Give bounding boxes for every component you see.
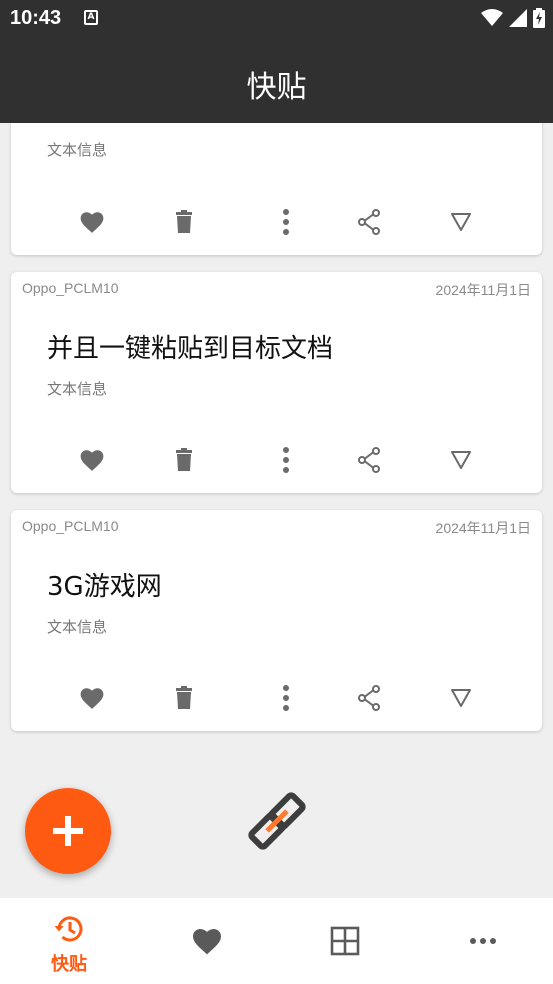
signal-icon (509, 9, 527, 27)
clip-list[interactable]: 文本信息 Oppo_PCLM10 2024年11月1日 并且一键粘贴到目标文档 … (0, 123, 553, 898)
page-title: 快贴 (246, 70, 307, 105)
favorite-button[interactable] (75, 443, 109, 477)
trash-icon (176, 210, 192, 233)
device-name: Oppo_PCLM10 (22, 518, 119, 534)
card-actions (11, 443, 542, 477)
delete-button[interactable] (167, 443, 201, 477)
nav-item-more[interactable] (414, 898, 552, 984)
notification-icon: A (84, 10, 98, 25)
clip-date: 2024年11月1日 (435, 520, 531, 536)
status-icons (481, 8, 545, 28)
more-button[interactable] (269, 681, 303, 715)
triangle-down-icon (451, 213, 471, 231)
clip-text[interactable]: 并且一键粘贴到目标文档 (47, 328, 333, 365)
bottom-nav: 快贴 (0, 898, 553, 984)
expand-button[interactable] (444, 681, 478, 715)
more-vert-icon (283, 209, 289, 235)
share-icon (358, 209, 380, 235)
heart-icon (80, 450, 104, 471)
favorite-button[interactable] (75, 681, 109, 715)
nav-label-quickpaste: 快贴 (51, 954, 87, 975)
clip-type-label: 文本信息 (47, 141, 108, 159)
heart-icon (190, 924, 224, 958)
more-horiz-icon (466, 924, 500, 958)
more-button[interactable] (269, 443, 303, 477)
battery-icon (533, 8, 545, 28)
status-time: 10:43 (10, 7, 62, 29)
heart-icon (80, 212, 104, 233)
clip-type-label: 文本信息 (47, 618, 108, 636)
history-icon (52, 912, 86, 946)
clip-date: 2024年11月1日 (435, 282, 531, 298)
clip-card[interactable]: Oppo_PCLM10 2024年11月1日 3G游戏网 文本信息 (11, 510, 542, 731)
clip-card[interactable]: 文本信息 (11, 123, 542, 255)
clip-type-label: 文本信息 (47, 380, 108, 398)
trash-icon (176, 448, 192, 471)
share-icon (358, 685, 380, 711)
share-button[interactable] (352, 681, 386, 715)
card-actions (11, 681, 542, 715)
app-bar: 快贴 (0, 36, 553, 123)
nav-item-categories[interactable] (276, 898, 414, 984)
device-name: Oppo_PCLM10 (22, 280, 119, 296)
triangle-down-icon (451, 451, 471, 469)
trash-icon (176, 686, 192, 709)
triangle-down-icon (451, 689, 471, 707)
share-button[interactable] (352, 205, 386, 239)
heart-icon (80, 688, 104, 709)
grid-icon (328, 924, 362, 958)
wifi-icon (481, 9, 503, 26)
delete-button[interactable] (167, 681, 201, 715)
more-button[interactable] (269, 205, 303, 239)
card-actions (11, 205, 542, 239)
status-bar: 10:43 A (0, 0, 553, 36)
plus-icon (53, 816, 83, 846)
favorite-button[interactable] (75, 205, 109, 239)
more-vert-icon (283, 447, 289, 473)
expand-button[interactable] (444, 205, 478, 239)
nav-item-favorites[interactable] (138, 898, 276, 984)
add-button[interactable] (25, 788, 111, 874)
nav-item-quickpaste[interactable]: 快贴 (0, 898, 138, 984)
clip-text[interactable]: 3G游戏网 (47, 566, 162, 603)
delete-button[interactable] (167, 205, 201, 239)
share-button[interactable] (352, 443, 386, 477)
share-icon (358, 447, 380, 473)
more-vert-icon (283, 685, 289, 711)
expand-button[interactable] (444, 443, 478, 477)
link-icon[interactable] (246, 790, 308, 852)
clip-card[interactable]: Oppo_PCLM10 2024年11月1日 并且一键粘贴到目标文档 文本信息 (11, 272, 542, 493)
